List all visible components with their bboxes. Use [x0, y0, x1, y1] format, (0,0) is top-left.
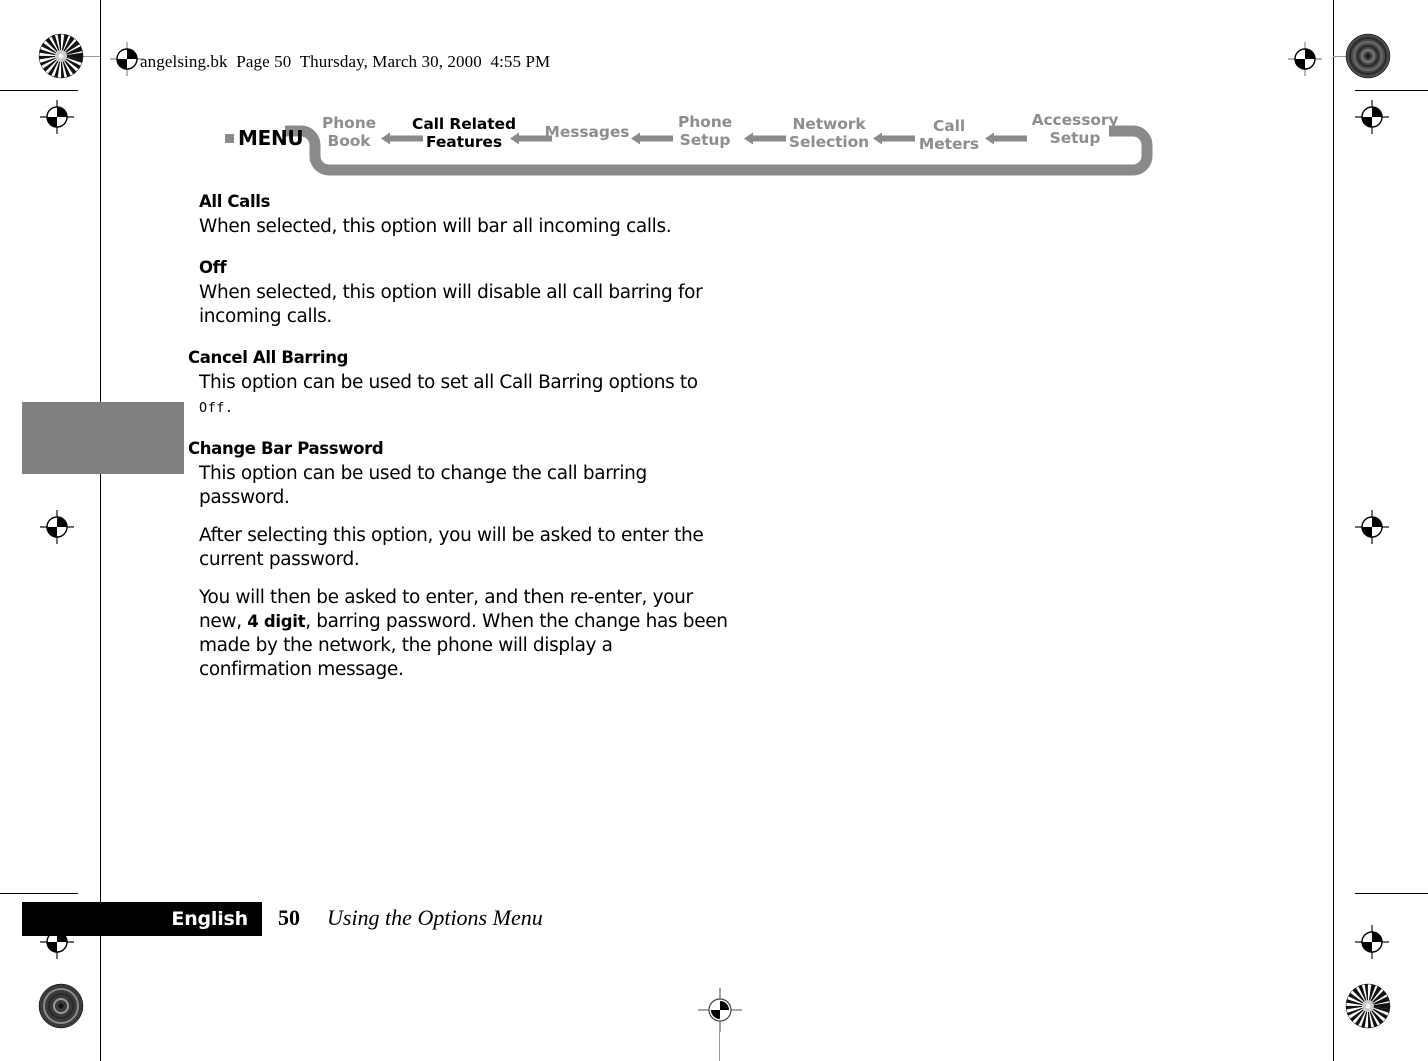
breadcrumb-item-line1: Call: [932, 117, 966, 135]
breadcrumb-item-messages[interactable]: Messages: [541, 123, 633, 141]
chapter-thumb-tab: [22, 402, 184, 474]
device-label-off: Off: [199, 400, 225, 416]
registration-mark-top-right-lower: [1355, 100, 1389, 134]
paragraph-change-bar-password-3: You will then be asked to enter, and the…: [199, 586, 729, 682]
guide-line-bottom-center: [719, 1032, 720, 1061]
emphasis-4-digit: 4 digit: [247, 612, 306, 631]
breadcrumb-item-line1: Accessory: [1031, 111, 1119, 129]
heading-cancel-all-barring: Cancel All Barring: [188, 348, 349, 367]
breadcrumb-item-phone-setup[interactable]: Phone Setup: [669, 113, 741, 149]
page-content: All Calls When selected, this option wil…: [188, 192, 748, 682]
breadcrumb-item-network-selection[interactable]: Network Selection: [783, 115, 875, 151]
breadcrumb-item-line1: Phone: [321, 114, 377, 132]
resolution-target-bottom-right: [1345, 983, 1391, 1029]
breadcrumb-item-call-related-features[interactable]: Call Related Features: [412, 115, 516, 151]
registration-mark-right-middle: [1355, 510, 1389, 544]
breadcrumb-item-line2: Meters: [918, 135, 980, 153]
resolution-target-bottom-left: [38, 983, 84, 1029]
cancel-barring-text-suffix: .: [224, 400, 234, 416]
footer-page-number: 50: [278, 905, 300, 930]
breadcrumb-item-line2: Book: [327, 132, 371, 150]
trim-mark-bottom-right: [1355, 893, 1428, 894]
registration-mark-top-left-lower: [40, 100, 74, 134]
breadcrumb-item-line1: Messages: [544, 123, 630, 141]
footer-language-label: English: [171, 908, 248, 930]
breadcrumb-menu-root[interactable]: MENU: [225, 126, 304, 150]
registration-mark-bottom-right: [1355, 925, 1389, 959]
breadcrumb-item-line1: Call Related: [412, 115, 516, 133]
breadcrumb-item-line1: Network: [792, 115, 866, 133]
breadcrumb-item-line2: Setup: [679, 131, 731, 149]
breadcrumb-item-line1: Phone: [677, 113, 733, 131]
heading-off: Off: [199, 258, 227, 277]
breadcrumb: MENU Phone Book Call Related Features Me…: [225, 104, 1165, 184]
breadcrumb-arrow-4: [744, 132, 786, 145]
heading-change-bar-password: Change Bar Password: [188, 439, 384, 458]
footer-section-title: Using the Options Menu: [327, 905, 543, 930]
paragraph-all-calls: When selected, this option will bar all …: [199, 216, 672, 237]
breadcrumb-item-call-meters[interactable]: Call Meters: [915, 117, 983, 153]
registration-mark-left-middle: [40, 510, 74, 544]
trim-mark-bottom-left: [0, 893, 78, 894]
paragraph-change-bar-password-1: This option can be used to change the ca…: [199, 463, 647, 508]
breadcrumb-item-line2: Setup: [1049, 129, 1101, 147]
footer-language-bar: English: [22, 902, 262, 936]
document-header-line: angelsing.bk Page 50 Thursday, March 30,…: [140, 52, 551, 71]
breadcrumb-item-accessory-setup[interactable]: Accessory Setup: [1027, 111, 1123, 147]
breadcrumb-menu-label: MENU: [238, 126, 304, 150]
paragraph-change-bar-password-2: After selecting this option, you will be…: [199, 525, 704, 570]
registration-mark-bottom-center: [698, 988, 742, 1032]
heading-all-calls: All Calls: [199, 192, 271, 211]
paragraph-off: When selected, this option will disable …: [199, 282, 703, 327]
cancel-barring-text-prefix: This option can be used to set all Call …: [199, 372, 698, 393]
registration-mark-top-left: [110, 42, 144, 76]
breadcrumb-arrow-3: [631, 132, 673, 145]
paragraph-cancel-all-barring: This option can be used to set all Call …: [199, 371, 729, 420]
breadcrumb-item-line2: Selection: [788, 133, 870, 151]
breadcrumb-arrow-5: [873, 132, 915, 145]
square-bullet-icon: [225, 133, 234, 143]
resolution-target-top-left: [38, 33, 84, 79]
registration-mark-top-right: [1288, 42, 1322, 76]
trim-rule-right: [1333, 0, 1334, 1061]
breadcrumb-arrow-6: [985, 132, 1027, 145]
resolution-target-top-right: [1345, 33, 1391, 79]
trim-mark-top-left: [0, 90, 78, 91]
breadcrumb-item-line2: Features: [426, 133, 502, 151]
trim-mark-top-right: [1355, 90, 1428, 91]
breadcrumb-item-phone-book[interactable]: Phone Book: [313, 114, 385, 150]
